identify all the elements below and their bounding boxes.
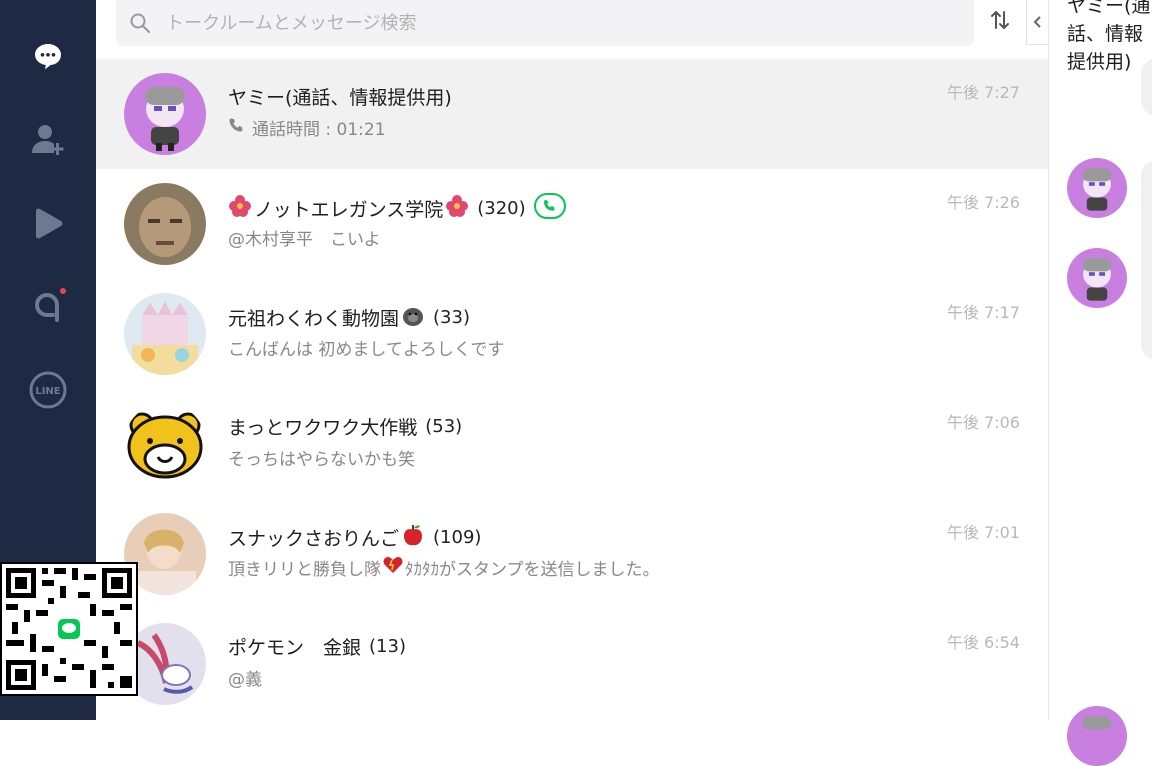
chat-name-text: 元祖わくわく動物園 (228, 308, 400, 330)
member-count: (320) (477, 198, 526, 219)
search-icon (116, 12, 164, 34)
member-count: (33) (433, 307, 470, 328)
message-bubble (1141, 58, 1152, 116)
chat-name-text: まっとワクワク大作戦 (228, 417, 418, 439)
avatar (124, 293, 206, 375)
member-count: (13) (369, 636, 406, 657)
chat-name-text: ノットエレガンス学院 (254, 199, 444, 221)
preview-text-b: ﾀｶﾀｶがスタンプを送信しました。 (405, 560, 660, 580)
chat-preview: 通話時間 : 01:21 (228, 115, 386, 140)
preview-text-a: 頂きリリと勝負し隊 (228, 560, 381, 580)
chat-time: 午後 7:26 (946, 193, 1020, 212)
message-bubble (1141, 160, 1152, 360)
chat-list: ヤミー(通話、情報提供用) 通話時間 : 01:21 午後 7:27 ノットエレ… (96, 0, 1049, 720)
play-icon[interactable] (26, 202, 70, 246)
sort-icon[interactable] (984, 4, 1016, 36)
chats-icon[interactable] (26, 34, 70, 78)
chat-name: 元祖わくわく動物園 (33) (228, 303, 470, 332)
chat-row[interactable]: まっとワクワク大作戦 (53) そっちはやらないかも笑 午後 7:06 (96, 389, 1048, 499)
chat-preview: そっちはやらないかも笑 (228, 450, 415, 470)
phone-icon (228, 117, 244, 138)
chat-header-title: ヤミー(通話、情報提供用) (1067, 0, 1151, 73)
chat-row[interactable]: ノットエレガンス学院 (320) @木村享平 こいよ 午後 7:26 (96, 169, 1048, 279)
avatar[interactable] (1067, 706, 1127, 766)
chat-name: ポケモン 金銀 (13) (228, 633, 406, 660)
chevron-left-icon[interactable] (1026, 0, 1049, 45)
chat-row[interactable]: ポケモン 金銀 (13) @義 午後 6:54 (96, 609, 1048, 719)
search-input[interactable] (164, 11, 948, 35)
chat-time: 午後 7:17 (946, 303, 1020, 322)
chat-name: スナックさおりんご (109) (228, 523, 481, 552)
avatar (124, 403, 206, 485)
member-count: (53) (425, 416, 463, 437)
chat-name: ヤミー(通話、情報提供用) (228, 87, 452, 109)
chat-row[interactable]: ヤミー(通話、情報提供用) 通話時間 : 01:21 午後 7:27 (96, 59, 1048, 169)
chat-time: 午後 7:06 (946, 413, 1020, 432)
avatar (124, 183, 206, 265)
qr-code (0, 562, 138, 696)
hibiscus-icon (228, 194, 252, 223)
apple-icon (401, 523, 425, 552)
heart-icon (383, 556, 403, 579)
svg-text:LINE: LINE (35, 386, 60, 397)
openchat-icon[interactable] (26, 284, 70, 328)
gorilla-icon (401, 303, 425, 332)
chat-name: まっとワクワク大作戦 (53) (228, 413, 462, 440)
avatar (124, 73, 206, 155)
chat-time: 午後 7:01 (946, 523, 1020, 542)
chat-preview: こんばんは 初めましてよろしくです (228, 340, 505, 360)
chat-name-text: ポケモン 金銀 (228, 637, 362, 659)
chat-pane: ヤミー(通話、情報提供用) (1048, 0, 1152, 766)
add-friend-icon[interactable] (26, 118, 70, 162)
chat-preview: @木村享平 こいよ (228, 230, 381, 250)
call-active-icon[interactable] (533, 193, 566, 224)
line-logo-icon[interactable]: LINE (26, 368, 70, 412)
member-count: (109) (433, 527, 482, 548)
chat-row[interactable]: スナックさおりんご (109) 頂きリリと勝負し隊 ﾀｶﾀｶがスタンプを送信しま… (96, 499, 1048, 609)
chat-preview: 頂きリリと勝負し隊 ﾀｶﾀｶがスタンプを送信しました。 (228, 555, 660, 580)
avatar[interactable] (1067, 248, 1127, 308)
preview-text: 通話時間 : 01:21 (252, 120, 386, 140)
chat-row[interactable]: 元祖わくわく動物園 (33) こんばんは 初めましてよろしくです 午後 7:17 (96, 279, 1048, 389)
chat-name-text: スナックさおりんご (228, 528, 400, 550)
hibiscus-icon (445, 194, 469, 223)
chat-preview: @義 (228, 670, 262, 690)
chat-name: ノットエレガンス学院 (320) (228, 193, 566, 224)
avatar[interactable] (1067, 158, 1127, 218)
chat-time: 午後 7:27 (946, 83, 1020, 102)
search-bar (116, 0, 974, 46)
chat-time: 午後 6:54 (946, 633, 1020, 652)
